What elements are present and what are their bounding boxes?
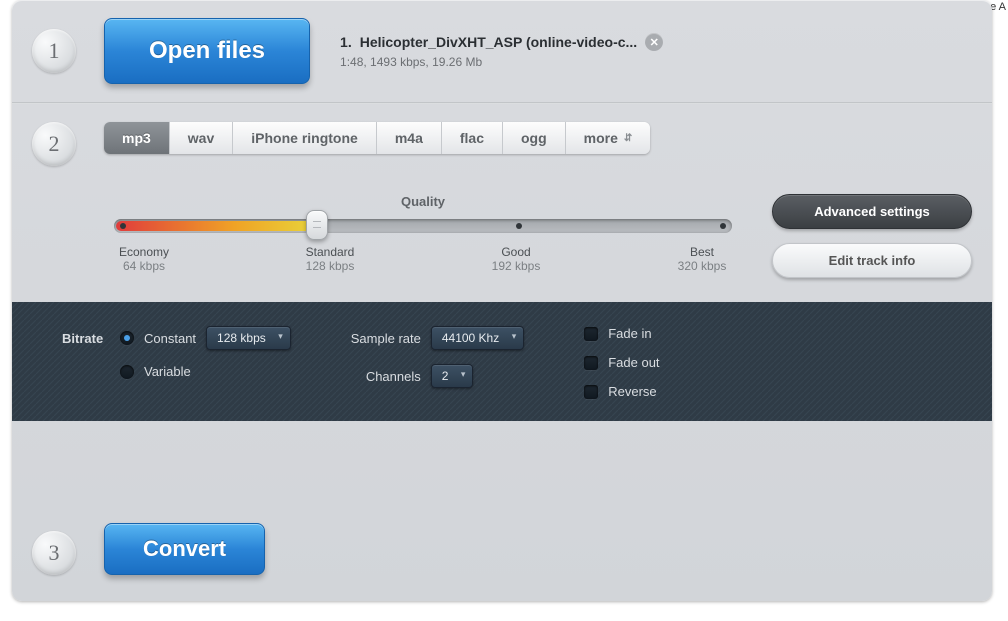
step-number-2: 2 — [32, 122, 76, 166]
step-3: 3 Convert — [12, 421, 992, 601]
samplerate-label: Sample rate — [351, 331, 421, 346]
stop-good: Good 192 kbps — [476, 245, 556, 273]
tab-mp3[interactable]: mp3 — [104, 122, 170, 154]
channels-label: Channels — [351, 369, 421, 384]
stop-economy: Economy 64 kbps — [104, 245, 184, 273]
reverse-label[interactable]: Reverse — [608, 384, 656, 399]
samplerate-select[interactable]: 44100 Khz — [431, 326, 524, 350]
tab-ogg[interactable]: ogg — [503, 122, 566, 154]
stop-rate: 64 kbps — [104, 259, 184, 273]
bitrate-variable-label[interactable]: Variable — [144, 364, 191, 379]
side-buttons: Advanced settings Edit track info — [772, 194, 972, 278]
advanced-settings-panel: Bitrate Constant 128 kbps Variable Sampl… — [12, 302, 992, 421]
fade-out-label[interactable]: Fade out — [608, 355, 659, 370]
stop-name: Standard — [290, 245, 370, 259]
remove-file-button[interactable]: ✕ — [645, 33, 663, 51]
bitrate-variable-radio[interactable] — [120, 365, 134, 379]
open-files-button[interactable]: Open files — [104, 18, 310, 84]
convert-button[interactable]: Convert — [104, 523, 265, 575]
quality-slider[interactable] — [114, 219, 732, 233]
stop-standard: Standard 128 kbps — [290, 245, 370, 273]
bitrate-select[interactable]: 128 kbps — [206, 326, 291, 350]
stop-best: Best 320 kbps — [662, 245, 742, 273]
quality-label: Quality — [104, 194, 742, 209]
file-item: 1. Helicopter_DivXHT_ASP (online-video-c… — [340, 33, 663, 69]
format-tabs: mp3 wav iPhone ringtone m4a flac ogg mor… — [104, 122, 650, 154]
edit-track-info-button[interactable]: Edit track info — [772, 243, 972, 278]
tab-wav[interactable]: wav — [170, 122, 233, 154]
fx-column: Fade in Fade out Reverse — [584, 326, 659, 399]
advanced-settings-button[interactable]: Advanced settings — [772, 194, 972, 229]
bitrate-constant-label[interactable]: Constant — [144, 331, 196, 346]
stop-rate: 128 kbps — [290, 259, 370, 273]
tab-more[interactable]: more ⇵ — [566, 122, 651, 154]
file-meta: 1:48, 1493 kbps, 19.26 Mb — [340, 55, 663, 69]
slider-stop-dot — [516, 223, 522, 229]
step-number-3: 3 — [32, 531, 76, 575]
stop-rate: 192 kbps — [476, 259, 556, 273]
stop-name: Economy — [104, 245, 184, 259]
reverse-checkbox[interactable] — [584, 385, 598, 399]
tab-more-label: more — [584, 130, 618, 146]
fade-out-checkbox[interactable] — [584, 356, 598, 370]
tab-m4a[interactable]: m4a — [377, 122, 442, 154]
quality-stops: Economy 64 kbps Standard 128 kbps Good 1… — [104, 245, 742, 273]
bitrate-column: Bitrate Constant 128 kbps Variable — [62, 326, 291, 399]
file-name: Helicopter_DivXHT_ASP (online-video-c... — [360, 34, 637, 50]
slider-thumb[interactable] — [306, 210, 328, 240]
slider-fill — [116, 221, 314, 231]
channels-select[interactable]: 2 — [431, 364, 474, 388]
tab-flac[interactable]: flac — [442, 122, 503, 154]
stop-rate: 320 kbps — [662, 259, 742, 273]
close-icon: ✕ — [650, 36, 659, 49]
stop-name: Good — [476, 245, 556, 259]
stop-name: Best — [662, 245, 742, 259]
chevron-updown-icon: ⇵ — [624, 133, 632, 144]
step-1: 1 Open files 1. Helicopter_DivXHT_ASP (o… — [12, 0, 992, 102]
converter-panel: 1 Open files 1. Helicopter_DivXHT_ASP (o… — [12, 0, 992, 601]
step-number-1: 1 — [32, 29, 76, 73]
tab-iphone-ringtone[interactable]: iPhone ringtone — [233, 122, 377, 154]
slider-stop-dot — [720, 223, 726, 229]
bitrate-constant-radio[interactable] — [120, 331, 134, 345]
bitrate-label: Bitrate — [62, 331, 110, 346]
fade-in-label[interactable]: Fade in — [608, 326, 651, 341]
fade-in-checkbox[interactable] — [584, 327, 598, 341]
rate-column: Sample rate 44100 Khz Channels 2 — [351, 326, 524, 399]
step-2: 2 mp3 wav iPhone ringtone m4a flac ogg m… — [12, 104, 992, 421]
file-index: 1. — [340, 34, 352, 50]
